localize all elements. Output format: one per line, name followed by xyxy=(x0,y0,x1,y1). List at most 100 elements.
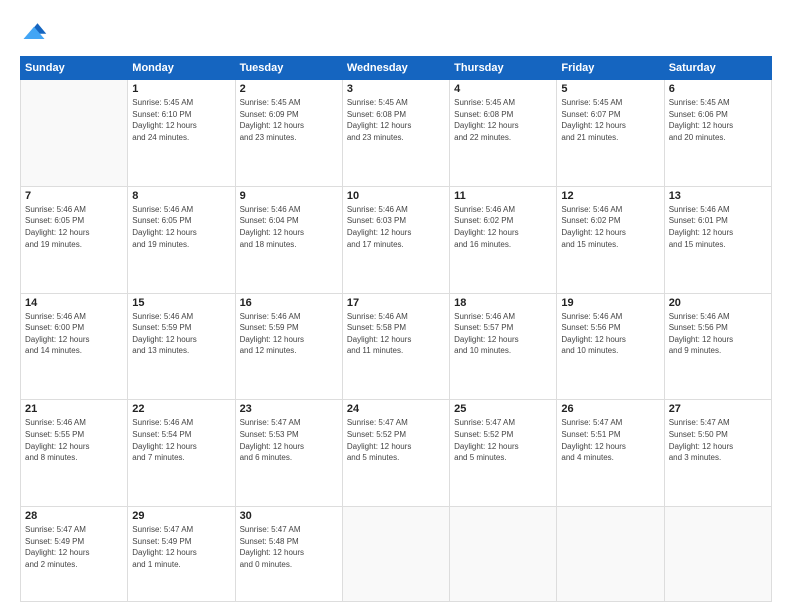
calendar-day-cell xyxy=(21,80,128,187)
day-info: Sunrise: 5:47 AM Sunset: 5:53 PM Dayligh… xyxy=(240,417,338,463)
day-info: Sunrise: 5:47 AM Sunset: 5:51 PM Dayligh… xyxy=(561,417,659,463)
day-info: Sunrise: 5:46 AM Sunset: 6:02 PM Dayligh… xyxy=(454,204,552,250)
calendar-day-cell: 3 Sunrise: 5:45 AM Sunset: 6:08 PM Daylig… xyxy=(342,80,449,187)
day-number: 25 xyxy=(454,403,552,415)
day-info: Sunrise: 5:45 AM Sunset: 6:06 PM Dayligh… xyxy=(669,97,767,143)
weekday-header: Thursday xyxy=(450,57,557,80)
weekday-header: Sunday xyxy=(21,57,128,80)
day-number: 3 xyxy=(347,83,445,95)
calendar-day-cell: 18Sunrise: 5:46 AM Sunset: 5:57 PM Dayli… xyxy=(450,293,557,400)
day-number: 9 xyxy=(240,190,338,202)
calendar-day-cell: 16 Sunrise: 5:46 AM Sunset: 5:59 PM Dayli… xyxy=(235,293,342,400)
day-info: Sunrise: 5:45 AM Sunset: 6:07 PM Dayligh… xyxy=(561,97,659,143)
calendar-day-cell: 27 Sunrise: 5:47 AM Sunset: 5:50 PM Dayli… xyxy=(664,400,771,507)
day-number: 23 xyxy=(240,403,338,415)
weekday-header: Monday xyxy=(128,57,235,80)
calendar-day-cell: 6 Sunrise: 5:45 AM Sunset: 6:06 PM Daylig… xyxy=(664,80,771,187)
weekday-header: Tuesday xyxy=(235,57,342,80)
calendar-header-row: SundayMondayTuesdayWednesdayThursdayFrid… xyxy=(21,57,772,80)
day-number: 17 xyxy=(347,297,445,309)
day-number: 2 xyxy=(240,83,338,95)
day-info: Sunrise: 5:46 AM Sunset: 5:57 PM Dayligh… xyxy=(454,311,552,357)
calendar-week-row: 14 Sunrise: 5:46 AM Sunset: 6:00 PM Dayli… xyxy=(21,293,772,400)
day-number: 10 xyxy=(347,190,445,202)
calendar-table: SundayMondayTuesdayWednesdayThursdayFrid… xyxy=(20,56,772,602)
calendar-day-cell: 15 Sunrise: 5:46 AM Sunset: 5:59 PM Dayli… xyxy=(128,293,235,400)
day-number: 20 xyxy=(669,297,767,309)
day-number: 8 xyxy=(132,190,230,202)
day-info: Sunrise: 5:47 AM Sunset: 5:52 PM Dayligh… xyxy=(454,417,552,463)
calendar-day-cell: 29 Sunrise: 5:47 AM Sunset: 5:49 PM Dayli… xyxy=(128,507,235,602)
calendar-day-cell: 19 Sunrise: 5:46 AM Sunset: 5:56 PM Dayli… xyxy=(557,293,664,400)
day-number: 26 xyxy=(561,403,659,415)
day-number: 16 xyxy=(240,297,338,309)
day-number: 28 xyxy=(25,510,123,522)
day-info: Sunrise: 5:45 AM Sunset: 6:08 PM Dayligh… xyxy=(347,97,445,143)
day-info: Sunrise: 5:47 AM Sunset: 5:49 PM Dayligh… xyxy=(25,524,123,570)
day-info: Sunrise: 5:47 AM Sunset: 5:52 PM Dayligh… xyxy=(347,417,445,463)
day-number: 30 xyxy=(240,510,338,522)
day-number: 13 xyxy=(669,190,767,202)
weekday-header: Wednesday xyxy=(342,57,449,80)
day-info: Sunrise: 5:46 AM Sunset: 6:05 PM Dayligh… xyxy=(132,204,230,250)
calendar-day-cell: 20 Sunrise: 5:46 AM Sunset: 5:56 PM Dayli… xyxy=(664,293,771,400)
day-info: Sunrise: 5:46 AM Sunset: 5:59 PM Dayligh… xyxy=(132,311,230,357)
day-number: 11 xyxy=(454,190,552,202)
day-info: Sunrise: 5:46 AM Sunset: 6:03 PM Dayligh… xyxy=(347,204,445,250)
day-number: 6 xyxy=(669,83,767,95)
day-info: Sunrise: 5:47 AM Sunset: 5:48 PM Dayligh… xyxy=(240,524,338,570)
day-number: 24 xyxy=(347,403,445,415)
calendar-day-cell: 22Sunrise: 5:46 AM Sunset: 5:54 PM Dayli… xyxy=(128,400,235,507)
day-info: Sunrise: 5:46 AM Sunset: 6:01 PM Dayligh… xyxy=(669,204,767,250)
logo-icon xyxy=(20,18,48,46)
day-number: 12 xyxy=(561,190,659,202)
day-info: Sunrise: 5:46 AM Sunset: 5:58 PM Dayligh… xyxy=(347,311,445,357)
day-number: 27 xyxy=(669,403,767,415)
calendar-day-cell: 11 Sunrise: 5:46 AM Sunset: 6:02 PM Dayli… xyxy=(450,186,557,293)
day-number: 7 xyxy=(25,190,123,202)
day-number: 14 xyxy=(25,297,123,309)
day-info: Sunrise: 5:46 AM Sunset: 6:02 PM Dayligh… xyxy=(561,204,659,250)
calendar-day-cell: 14 Sunrise: 5:46 AM Sunset: 6:00 PM Dayli… xyxy=(21,293,128,400)
day-info: Sunrise: 5:46 AM Sunset: 6:05 PM Dayligh… xyxy=(25,204,123,250)
calendar-day-cell xyxy=(342,507,449,602)
weekday-header: Saturday xyxy=(664,57,771,80)
day-number: 15 xyxy=(132,297,230,309)
day-number: 1 xyxy=(132,83,230,95)
day-info: Sunrise: 5:46 AM Sunset: 5:59 PM Dayligh… xyxy=(240,311,338,357)
calendar-day-cell: 2 Sunrise: 5:45 AM Sunset: 6:09 PM Daylig… xyxy=(235,80,342,187)
day-info: Sunrise: 5:46 AM Sunset: 6:00 PM Dayligh… xyxy=(25,311,123,357)
calendar-day-cell: 23 Sunrise: 5:47 AM Sunset: 5:53 PM Dayli… xyxy=(235,400,342,507)
day-info: Sunrise: 5:45 AM Sunset: 6:08 PM Dayligh… xyxy=(454,97,552,143)
calendar-day-cell: 17 Sunrise: 5:46 AM Sunset: 5:58 PM Dayli… xyxy=(342,293,449,400)
header xyxy=(20,18,772,46)
calendar-day-cell: 28 Sunrise: 5:47 AM Sunset: 5:49 PM Dayli… xyxy=(21,507,128,602)
calendar-day-cell: 10 Sunrise: 5:46 AM Sunset: 6:03 PM Dayli… xyxy=(342,186,449,293)
day-info: Sunrise: 5:47 AM Sunset: 5:49 PM Dayligh… xyxy=(132,524,230,570)
calendar-day-cell xyxy=(557,507,664,602)
calendar-week-row: 21Sunrise: 5:46 AM Sunset: 5:55 PM Dayli… xyxy=(21,400,772,507)
calendar-day-cell: 21Sunrise: 5:46 AM Sunset: 5:55 PM Dayli… xyxy=(21,400,128,507)
calendar-week-row: 7 Sunrise: 5:46 AM Sunset: 6:05 PM Daylig… xyxy=(21,186,772,293)
calendar-day-cell: 9 Sunrise: 5:46 AM Sunset: 6:04 PM Daylig… xyxy=(235,186,342,293)
day-info: Sunrise: 5:46 AM Sunset: 5:56 PM Dayligh… xyxy=(669,311,767,357)
calendar-day-cell xyxy=(450,507,557,602)
day-info: Sunrise: 5:46 AM Sunset: 6:04 PM Dayligh… xyxy=(240,204,338,250)
calendar-week-row: 28 Sunrise: 5:47 AM Sunset: 5:49 PM Dayli… xyxy=(21,507,772,602)
day-number: 29 xyxy=(132,510,230,522)
calendar-day-cell: 24 Sunrise: 5:47 AM Sunset: 5:52 PM Dayli… xyxy=(342,400,449,507)
day-number: 19 xyxy=(561,297,659,309)
logo xyxy=(20,18,52,46)
calendar-day-cell: 4Sunrise: 5:45 AM Sunset: 6:08 PM Daylig… xyxy=(450,80,557,187)
calendar-day-cell: 1Sunrise: 5:45 AM Sunset: 6:10 PM Daylig… xyxy=(128,80,235,187)
calendar-day-cell: 25 Sunrise: 5:47 AM Sunset: 5:52 PM Dayli… xyxy=(450,400,557,507)
day-info: Sunrise: 5:46 AM Sunset: 5:56 PM Dayligh… xyxy=(561,311,659,357)
day-info: Sunrise: 5:47 AM Sunset: 5:50 PM Dayligh… xyxy=(669,417,767,463)
calendar-day-cell: 13 Sunrise: 5:46 AM Sunset: 6:01 PM Dayli… xyxy=(664,186,771,293)
calendar-day-cell: 8 Sunrise: 5:46 AM Sunset: 6:05 PM Daylig… xyxy=(128,186,235,293)
day-info: Sunrise: 5:46 AM Sunset: 5:54 PM Dayligh… xyxy=(132,417,230,463)
day-info: Sunrise: 5:45 AM Sunset: 6:09 PM Dayligh… xyxy=(240,97,338,143)
calendar-day-cell xyxy=(664,507,771,602)
calendar-week-row: 1Sunrise: 5:45 AM Sunset: 6:10 PM Daylig… xyxy=(21,80,772,187)
calendar-day-cell: 5Sunrise: 5:45 AM Sunset: 6:07 PM Daylig… xyxy=(557,80,664,187)
